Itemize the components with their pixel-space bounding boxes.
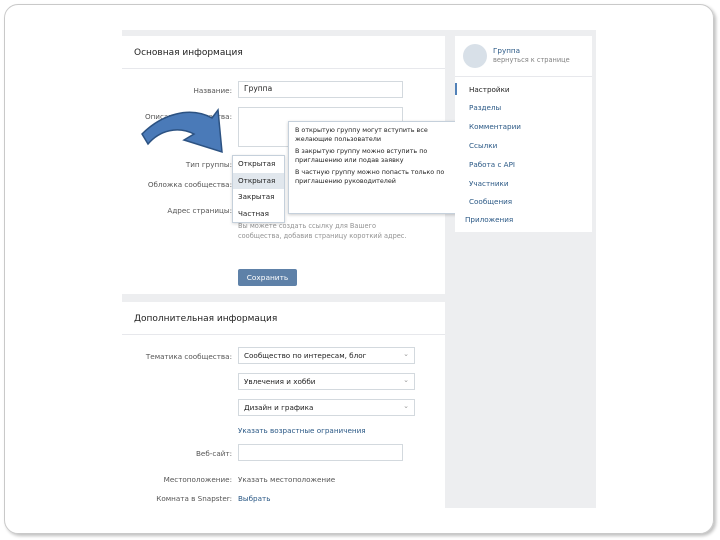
website-input[interactable] bbox=[238, 444, 403, 461]
save-button[interactable]: Сохранить bbox=[238, 269, 297, 286]
tooltip-closed-text: В закрытую группу можно вступить по приг… bbox=[295, 147, 428, 164]
sidebar-item-members[interactable]: Участники bbox=[469, 179, 509, 188]
sidebar-item-comments[interactable]: Комментарии bbox=[469, 122, 521, 131]
extra-info-header: Дополнительная информация bbox=[134, 314, 278, 324]
name-input[interactable]: Группа bbox=[238, 81, 403, 98]
subtopic2-select[interactable]: Дизайн и графика ⌄ bbox=[238, 399, 415, 416]
topic-label: Тематика сообщества: bbox=[145, 352, 232, 361]
website-label: Веб-сайт: bbox=[195, 449, 232, 458]
chevron-down-icon: ⌄ bbox=[403, 376, 409, 384]
location-label: Местоположение: bbox=[163, 475, 232, 484]
nav-active-indicator bbox=[455, 83, 457, 95]
back-to-page-link[interactable]: вернуться к странице bbox=[493, 56, 570, 64]
location-link[interactable]: Указать местоположение bbox=[238, 475, 335, 484]
basic-info-header: Основная информация bbox=[134, 48, 243, 58]
group-avatar[interactable] bbox=[463, 44, 487, 68]
sidebar-item-api[interactable]: Работа с API bbox=[469, 160, 515, 169]
address-label: Адрес страницы: bbox=[167, 206, 232, 215]
chevron-down-icon: ⌄ bbox=[403, 350, 409, 358]
dropdown-option-open-highlighted[interactable]: Открытая bbox=[233, 172, 284, 189]
dropdown-option-open[interactable]: Открытая bbox=[233, 156, 284, 173]
arrow-shape bbox=[141, 107, 223, 154]
cover-label: Обложка сообщества: bbox=[147, 180, 232, 189]
subtopic2-select-value: Дизайн и графика bbox=[244, 403, 314, 412]
topic-select-value: Сообщество по интересам, блог bbox=[244, 351, 367, 360]
sidebar-divider bbox=[455, 76, 592, 77]
header-divider bbox=[122, 334, 445, 335]
group-type-dropdown[interactable]: Открытая Открытая Закрытая Частная bbox=[232, 155, 285, 223]
group-name[interactable]: Группа bbox=[493, 46, 520, 55]
sidebar-item-links[interactable]: Ссылки bbox=[469, 141, 497, 150]
subtopic-select[interactable]: Увлечения и хобби ⌄ bbox=[238, 373, 415, 390]
annotation-arrow-icon bbox=[141, 107, 223, 154]
subtopic-select-value: Увлечения и хобби bbox=[244, 377, 316, 386]
tooltip-open-text: В открытую группу могут вступить все жел… bbox=[295, 126, 428, 143]
chevron-down-icon: ⌄ bbox=[403, 402, 409, 410]
header-divider bbox=[122, 68, 445, 69]
settings-sidebar: Группа вернуться к странице Настройки Ра… bbox=[455, 36, 592, 232]
sidebar-item-apps[interactable]: Приложения bbox=[465, 215, 513, 224]
group-type-tooltip: В открытую группу могут вступить все жел… bbox=[288, 121, 468, 214]
room-label: Комната в Snapster: bbox=[156, 494, 232, 503]
extra-info-panel: Дополнительная информация Тематика сообщ… bbox=[122, 302, 445, 508]
tooltip-private-text: В частную группу можно попасть только по… bbox=[295, 168, 445, 185]
sidebar-item-sections[interactable]: Разделы bbox=[469, 103, 501, 112]
room-link[interactable]: Выбрать bbox=[238, 494, 270, 503]
address-help: Вы можете создать ссылку для Вашего сооб… bbox=[238, 222, 407, 240]
sidebar-item-messages[interactable]: Сообщения bbox=[469, 197, 512, 206]
dropdown-option-private[interactable]: Частная bbox=[233, 206, 284, 223]
age-limit-link[interactable]: Указать возрастные ограничения bbox=[238, 426, 366, 435]
dropdown-option-closed[interactable]: Закрытая bbox=[233, 189, 284, 206]
sidebar-item-settings[interactable]: Настройки bbox=[469, 85, 510, 94]
topic-select[interactable]: Сообщество по интересам, блог ⌄ bbox=[238, 347, 415, 364]
